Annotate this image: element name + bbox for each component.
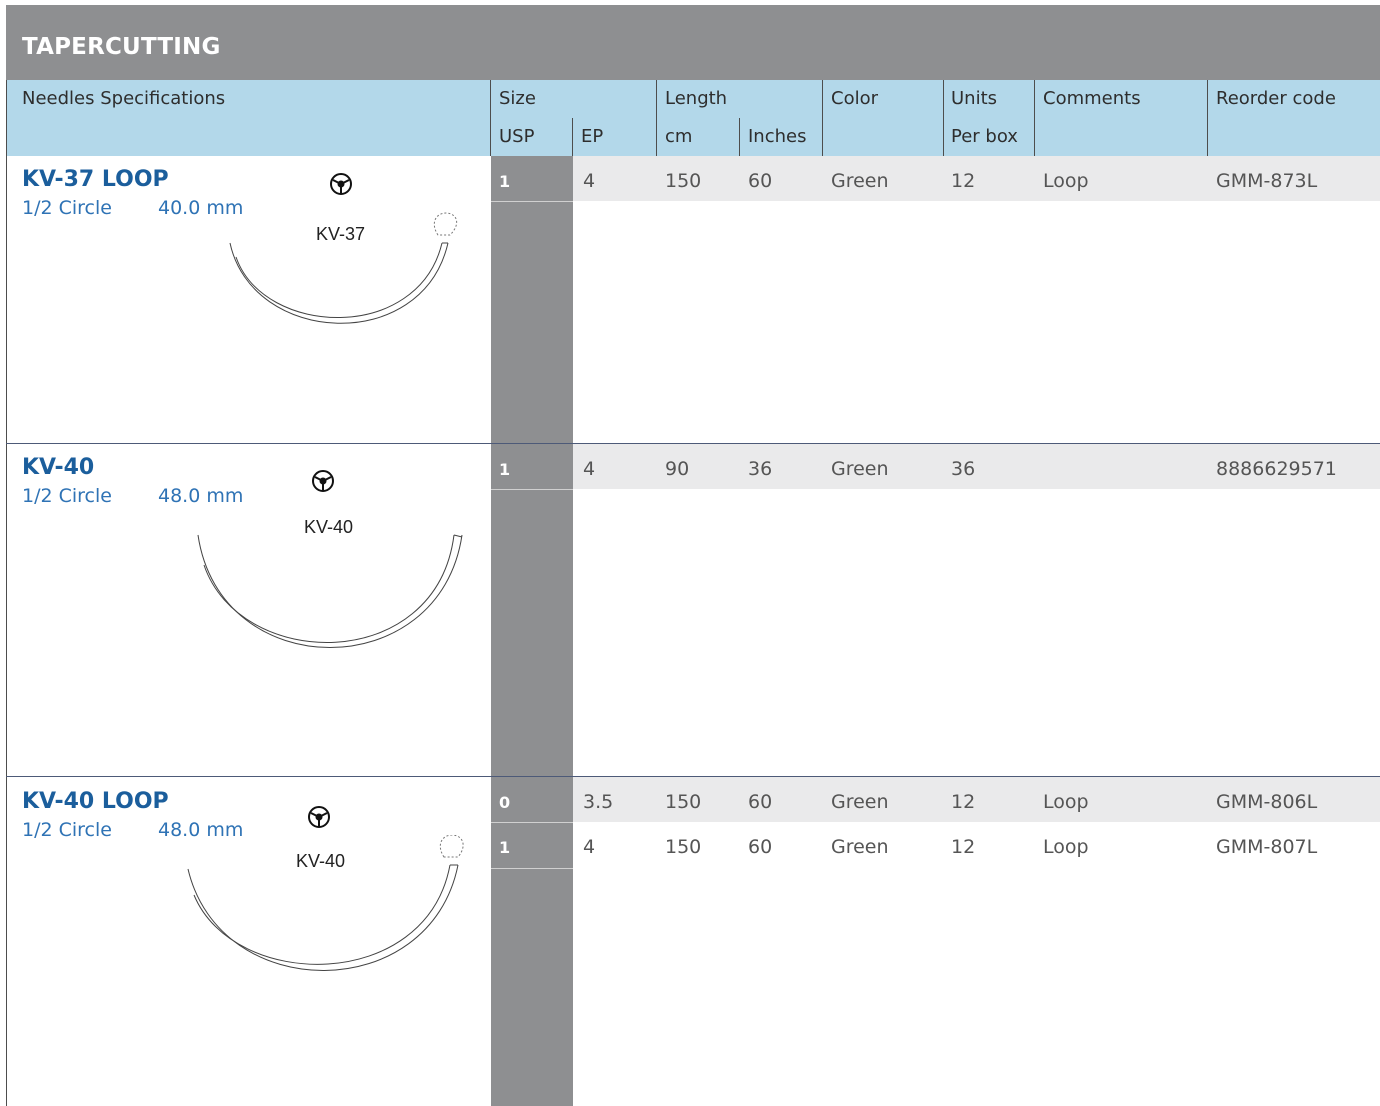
units-value: 12 bbox=[951, 791, 976, 813]
header-divider bbox=[822, 80, 823, 156]
cm-value: 150 bbox=[665, 170, 702, 192]
header-needles-spec: Needles Specifications bbox=[22, 88, 226, 109]
section-title: TAPERCUTTING bbox=[22, 34, 221, 60]
row-separator bbox=[491, 868, 573, 869]
needle-shape: 1/2 Circle bbox=[22, 819, 112, 841]
table-left-border bbox=[6, 80, 7, 1106]
header-divider bbox=[490, 80, 491, 156]
usp-column bbox=[491, 777, 573, 1106]
color-value: Green bbox=[831, 458, 889, 480]
comments-value: Loop bbox=[1043, 791, 1089, 813]
header-color: Color bbox=[831, 88, 878, 109]
needle-length: 48.0 mm bbox=[158, 485, 244, 507]
needle-curve-drawing bbox=[187, 835, 464, 971]
header-units: Units bbox=[951, 88, 998, 109]
header-length: Length bbox=[665, 88, 728, 109]
needle-name: KV-40 LOOP bbox=[22, 789, 169, 814]
header-divider bbox=[739, 118, 740, 156]
row-separator bbox=[491, 489, 573, 490]
ep-value: 3.5 bbox=[583, 791, 614, 813]
usp-value: 1 bbox=[499, 460, 511, 479]
inches-value: 36 bbox=[748, 458, 773, 480]
inches-value: 60 bbox=[748, 170, 773, 192]
section-title-bar: TAPERCUTTING bbox=[6, 5, 1380, 80]
header-divider bbox=[656, 80, 657, 156]
usp-value: 1 bbox=[499, 838, 511, 857]
inches-value: 60 bbox=[748, 836, 773, 858]
units-value: 12 bbox=[951, 836, 976, 858]
inches-value: 60 bbox=[748, 791, 773, 813]
units-value: 12 bbox=[951, 170, 976, 192]
needle-curve-drawing bbox=[197, 534, 463, 648]
cm-value: 90 bbox=[665, 458, 690, 480]
units-value: 36 bbox=[951, 458, 976, 480]
header-size: Size bbox=[499, 88, 536, 109]
color-value: Green bbox=[831, 791, 889, 813]
header-ep: EP bbox=[581, 126, 604, 147]
color-value: Green bbox=[831, 836, 889, 858]
needle-name: KV-37 LOOP bbox=[22, 167, 169, 192]
needle-description: 1/2 Circle 48.0 mm bbox=[22, 485, 243, 507]
header-divider bbox=[1034, 80, 1035, 156]
reorder-code-value: 8886629571 bbox=[1216, 458, 1337, 480]
header-divider bbox=[572, 118, 573, 156]
reorder-code-value: GMM-807L bbox=[1216, 836, 1318, 858]
needle-shape: 1/2 Circle bbox=[22, 197, 112, 219]
header-reorder-code: Reorder code bbox=[1216, 88, 1336, 109]
cm-value: 150 bbox=[665, 791, 702, 813]
needle-description: 1/2 Circle 48.0 mm bbox=[22, 819, 243, 841]
header-inches: Inches bbox=[748, 126, 807, 147]
usp-column bbox=[491, 156, 573, 443]
usp-value: 0 bbox=[499, 793, 511, 812]
usp-value: 1 bbox=[499, 172, 511, 191]
header-per-box: Per box bbox=[951, 126, 1018, 147]
needle-name: KV-40 bbox=[22, 455, 95, 480]
needle-description: 1/2 Circle 40.0 mm bbox=[22, 197, 243, 219]
usp-column bbox=[491, 444, 573, 776]
reorder-code-value: GMM-806L bbox=[1216, 791, 1318, 813]
cm-value: 150 bbox=[665, 836, 702, 858]
header-cm: cm bbox=[665, 126, 693, 147]
needle-curve-drawing bbox=[229, 212, 458, 324]
ep-value: 4 bbox=[583, 836, 596, 858]
row-separator bbox=[491, 822, 573, 823]
comments-value: Loop bbox=[1043, 170, 1089, 192]
row-separator bbox=[491, 201, 573, 202]
header-usp: USP bbox=[499, 126, 535, 147]
needle-shape: 1/2 Circle bbox=[22, 485, 112, 507]
header-divider bbox=[1207, 80, 1208, 156]
comments-value: Loop bbox=[1043, 836, 1089, 858]
color-value: Green bbox=[831, 170, 889, 192]
header-divider bbox=[943, 80, 944, 156]
ep-value: 4 bbox=[583, 458, 596, 480]
header-comments: Comments bbox=[1043, 88, 1141, 109]
tapercut-point-icon bbox=[330, 173, 352, 195]
tapercut-point-icon bbox=[308, 806, 330, 828]
tapercut-point-icon bbox=[312, 470, 334, 492]
reorder-code-value: GMM-873L bbox=[1216, 170, 1318, 192]
ep-value: 4 bbox=[583, 170, 596, 192]
